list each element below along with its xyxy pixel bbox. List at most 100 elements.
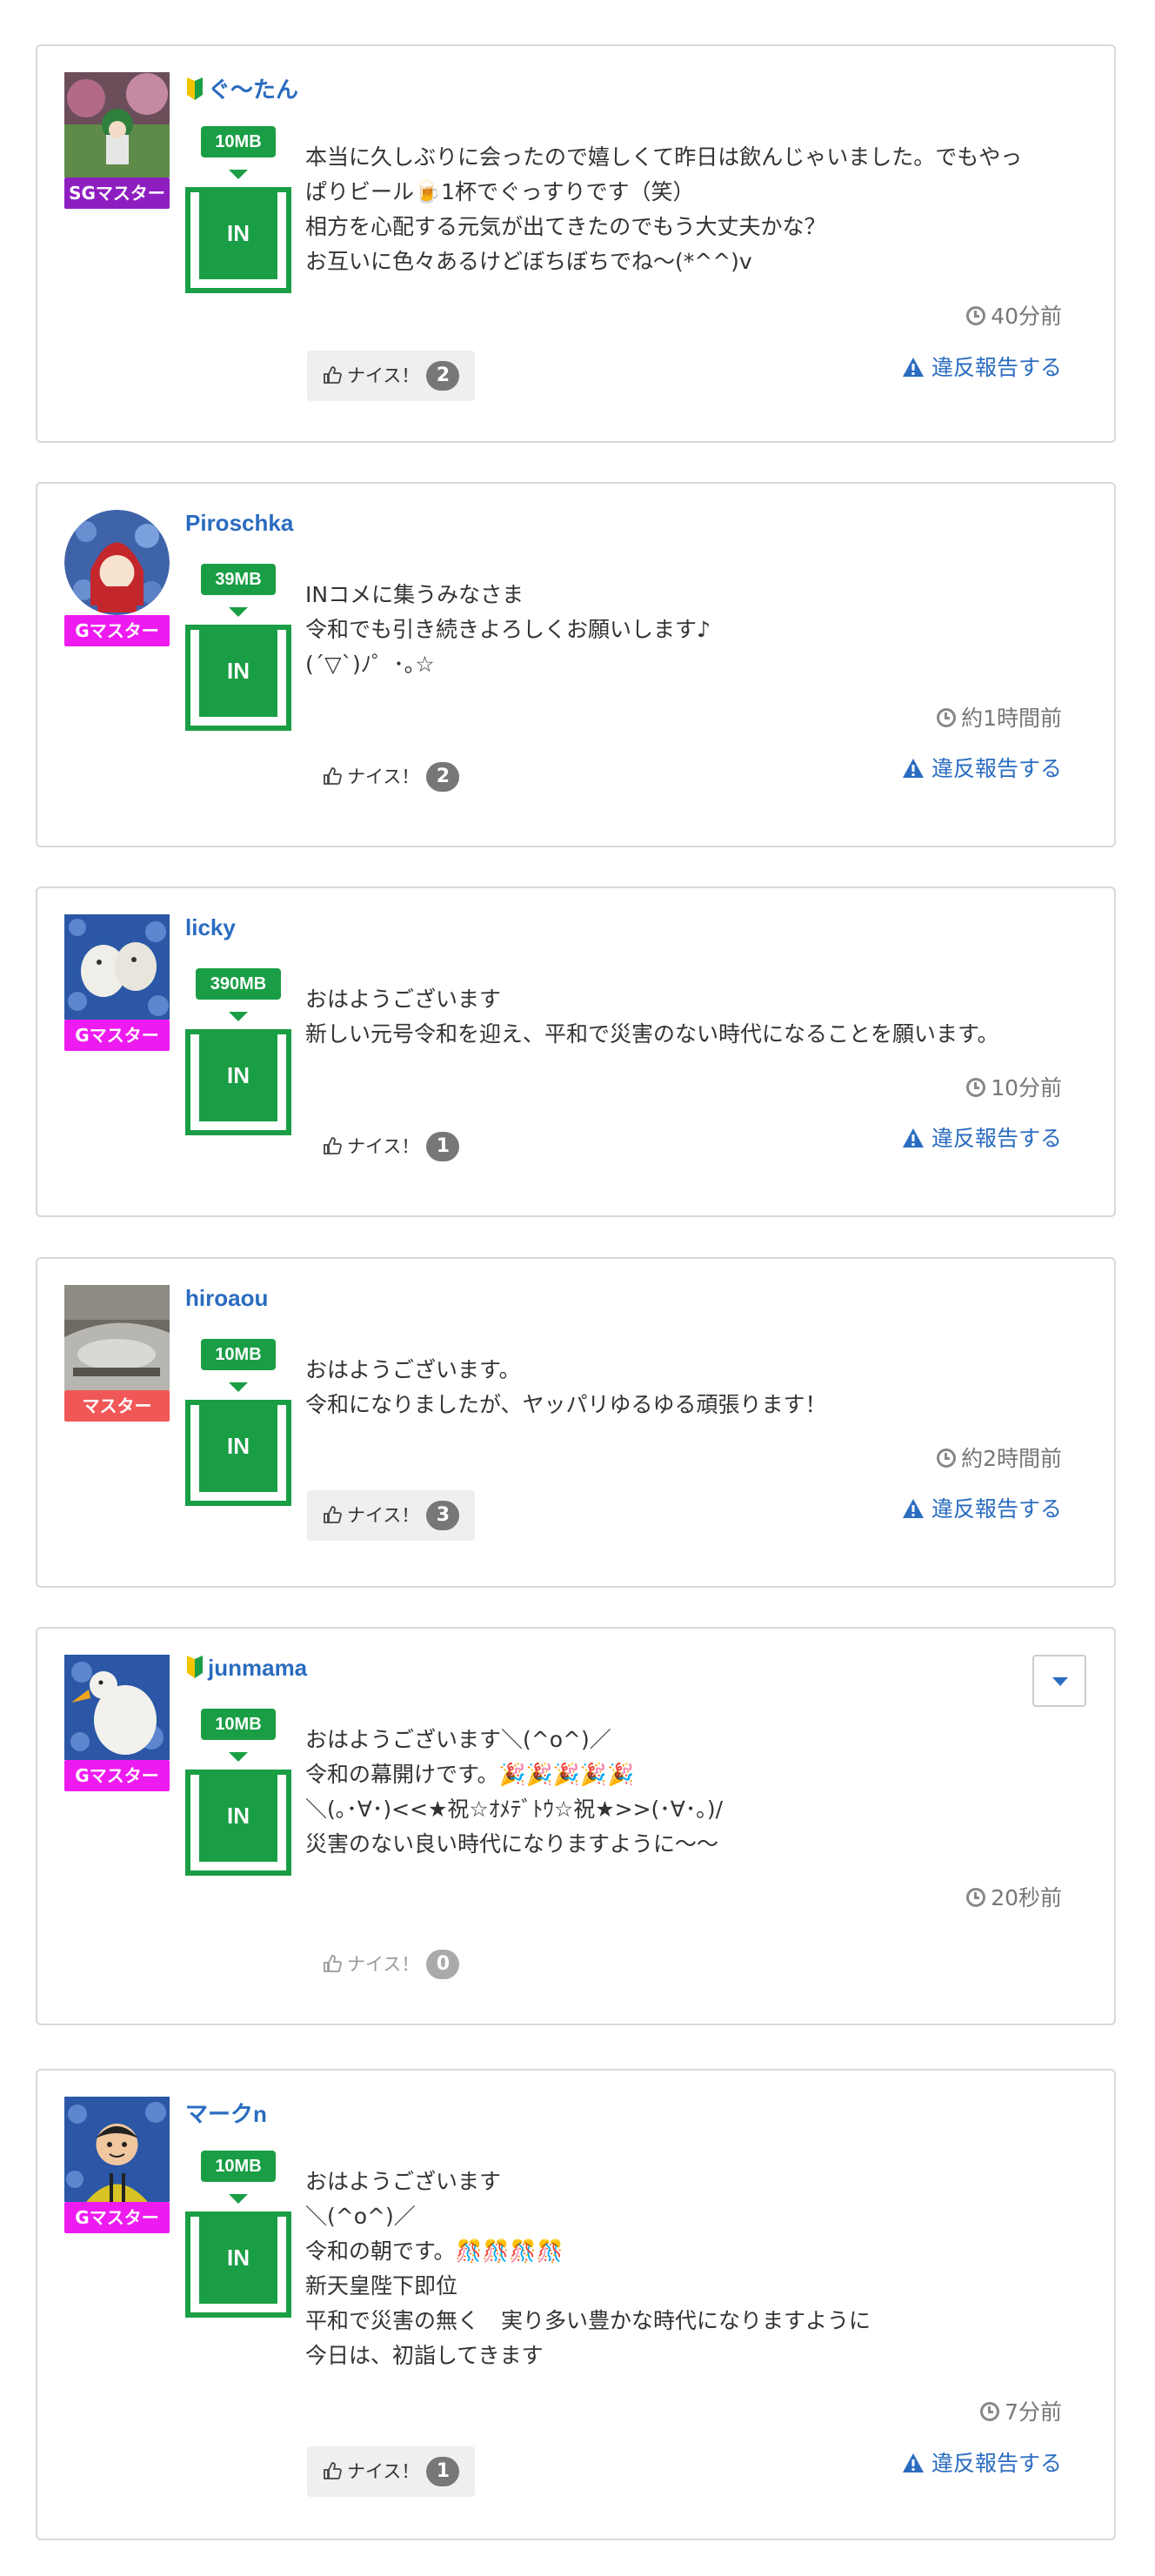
in-button[interactable]: IN [185,625,291,731]
warning-icon [902,358,924,377]
nice-count: 2 [426,762,460,792]
username-link[interactable]: junmama [185,1655,307,1682]
post-body: INコメに集うみなさま 令和でも引き続きよろしくお願いします♪ (´▽`)ﾉ゜･… [305,578,1071,682]
post-line: 令和になりましたが、ヤッパリゆるゆる頑張ります！ [305,1392,827,1417]
thumbs-up-icon [324,366,342,384]
in-button[interactable]: IN [185,1770,291,1876]
clock-icon [966,1078,986,1097]
thumbs-up-icon [324,1137,342,1154]
rank-badge: Gマスター [64,1020,170,1051]
in-button[interactable]: IN [185,1029,291,1135]
username-link[interactable]: licky [185,914,236,941]
in-button[interactable]: IN [185,1400,291,1506]
nice-label: ナイス！ [347,2461,420,2482]
nice-count: 1 [426,1132,460,1161]
beginner-mark-icon [187,77,203,100]
avatar[interactable] [64,510,170,615]
in-meter: 39MB IN [185,564,291,731]
arrow-down-icon [229,607,248,617]
post-body: おはようございます 新しい元号令和を迎え、平和で災害のない時代になることを願いま… [305,982,1071,1052]
warning-icon [902,1128,924,1147]
report-link[interactable]: 違反報告する [902,2446,1062,2478]
avatar[interactable] [64,72,170,177]
post-body: おはようございます＼(^o^)／ 令和の幕開けです。🎉🎉🎉🎉🎉 ＼(｡･∀･)<… [305,1723,1071,1862]
post-line: ＼(｡･∀･)<<★祝☆ｵﾒﾃﾞﾄｳ☆祝★>>(･∀･｡)/ [305,1797,724,1822]
username-link[interactable]: ぐ〜たん [185,72,298,104]
in-meter: 10MB IN [185,2151,291,2318]
timestamp: 10分前 [966,1071,1062,1102]
post-card: Gマスター Piroschka 39MB IN INコメに集うみなさま 令和でも… [36,482,1116,847]
post-card: SGマスター ぐ〜たん 10MB IN 本当に久しぶりに会ったので嬉しくて昨日は… [36,44,1116,443]
nice-button[interactable]: ナイス！ 0 [307,1939,475,1990]
in-button[interactable]: IN [185,2211,291,2318]
nice-label: ナイス！ [347,365,420,386]
thumbs-up-icon [324,2462,342,2479]
in-label: IN [199,2211,277,2304]
post-line: 新天皇陛下即位 [305,2273,458,2298]
post-line: ＼(^o^)／ [305,2204,416,2229]
post-body: おはようございます ＼(^o^)／ 令和の朝です。🎊🎊🎊🎊 新天皇陛下即位 平和… [305,2165,1071,2373]
nice-count: 2 [426,361,460,391]
warning-icon [902,2453,924,2472]
thumbs-up-icon [324,767,342,785]
rank-badge: マスター [64,1390,170,1422]
timestamp: 約2時間前 [937,1442,1062,1473]
nice-button[interactable]: ナイス！ 2 [307,351,476,401]
username: Piroschka [185,510,294,536]
avatar[interactable] [64,1285,170,1390]
arrow-down-icon [229,170,248,179]
nice-label: ナイス！ [347,1505,420,1526]
in-label: IN [199,1770,277,1862]
in-label: IN [199,187,277,279]
clock-icon [980,2402,1000,2421]
nice-button[interactable]: ナイス！ 1 [307,2446,476,2497]
nice-button[interactable]: ナイス！ 3 [307,1490,476,1541]
avatar[interactable] [64,1655,170,1760]
in-label: IN [199,1400,277,1492]
username-link[interactable]: マークn [185,2097,267,2129]
post-line: 今日は、初詣してきます [305,2343,544,2368]
clock-icon [937,1449,957,1468]
in-button[interactable]: IN [185,187,291,293]
mb-badge: 390MB [196,968,281,1000]
post-line: (´▽`)ﾉ゜･｡☆ [305,652,435,677]
post-line: 相方を心配する元気が出てきたのでもう大丈夫かな？ [305,214,826,239]
timestamp: 7分前 [980,2395,1062,2426]
nice-button[interactable]: ナイス！ 2 [307,752,475,802]
arrow-down-icon [229,2194,248,2204]
username-link[interactable]: hiroaou [185,1285,268,1312]
avatar[interactable] [64,914,170,1020]
in-meter: 10MB IN [185,1339,291,1506]
timestamp: 40分前 [966,299,1062,331]
report-link[interactable]: 違反報告する [902,1121,1062,1153]
nice-button[interactable]: ナイス！ 1 [307,1121,475,1172]
report-link[interactable]: 違反報告する [902,351,1062,382]
in-meter: 10MB IN [185,126,291,293]
post-line: おはようございます。 [305,1357,521,1382]
post-line: お互いに色々あるけどぼちぼちでね〜(*^^)v [305,249,752,274]
post-line: おはようございます [305,987,502,1012]
post-line: 令和でも引き続きよろしくお願いします♪ [305,617,711,642]
nice-label: ナイス！ [347,1954,420,1975]
post-line: 令和の朝です。🎊🎊🎊🎊 [305,2238,564,2264]
mb-badge: 10MB [201,126,276,157]
mb-badge: 10MB [201,1709,276,1740]
arrow-down-icon [229,1382,248,1392]
report-link[interactable]: 違反報告する [902,752,1062,783]
post-line: 災害のない良い時代になりますように〜〜 [305,1831,719,1857]
thumbs-up-icon [324,1506,342,1523]
rank-badge: SGマスター [64,177,170,209]
nice-label: ナイス！ [347,766,420,787]
clock-icon [937,708,957,727]
report-link[interactable]: 違反報告する [902,1492,1062,1523]
warning-icon [902,1499,924,1518]
username: hiroaou [185,1285,269,1311]
dropdown-toggle[interactable] [1032,1655,1086,1707]
mb-badge: 39MB [201,564,276,595]
avatar[interactable] [64,2097,170,2202]
username-link[interactable]: Piroschka [185,510,293,537]
username: ぐ〜たん [208,77,299,103]
post-line: 平和で災害の無く 実り多い豊かな時代になりますように [305,2308,871,2333]
clock-icon [966,306,986,325]
post-line: 本当に久しぶりに会ったので嬉しくて昨日は飲んじゃいました。でもやっ [305,144,1023,170]
